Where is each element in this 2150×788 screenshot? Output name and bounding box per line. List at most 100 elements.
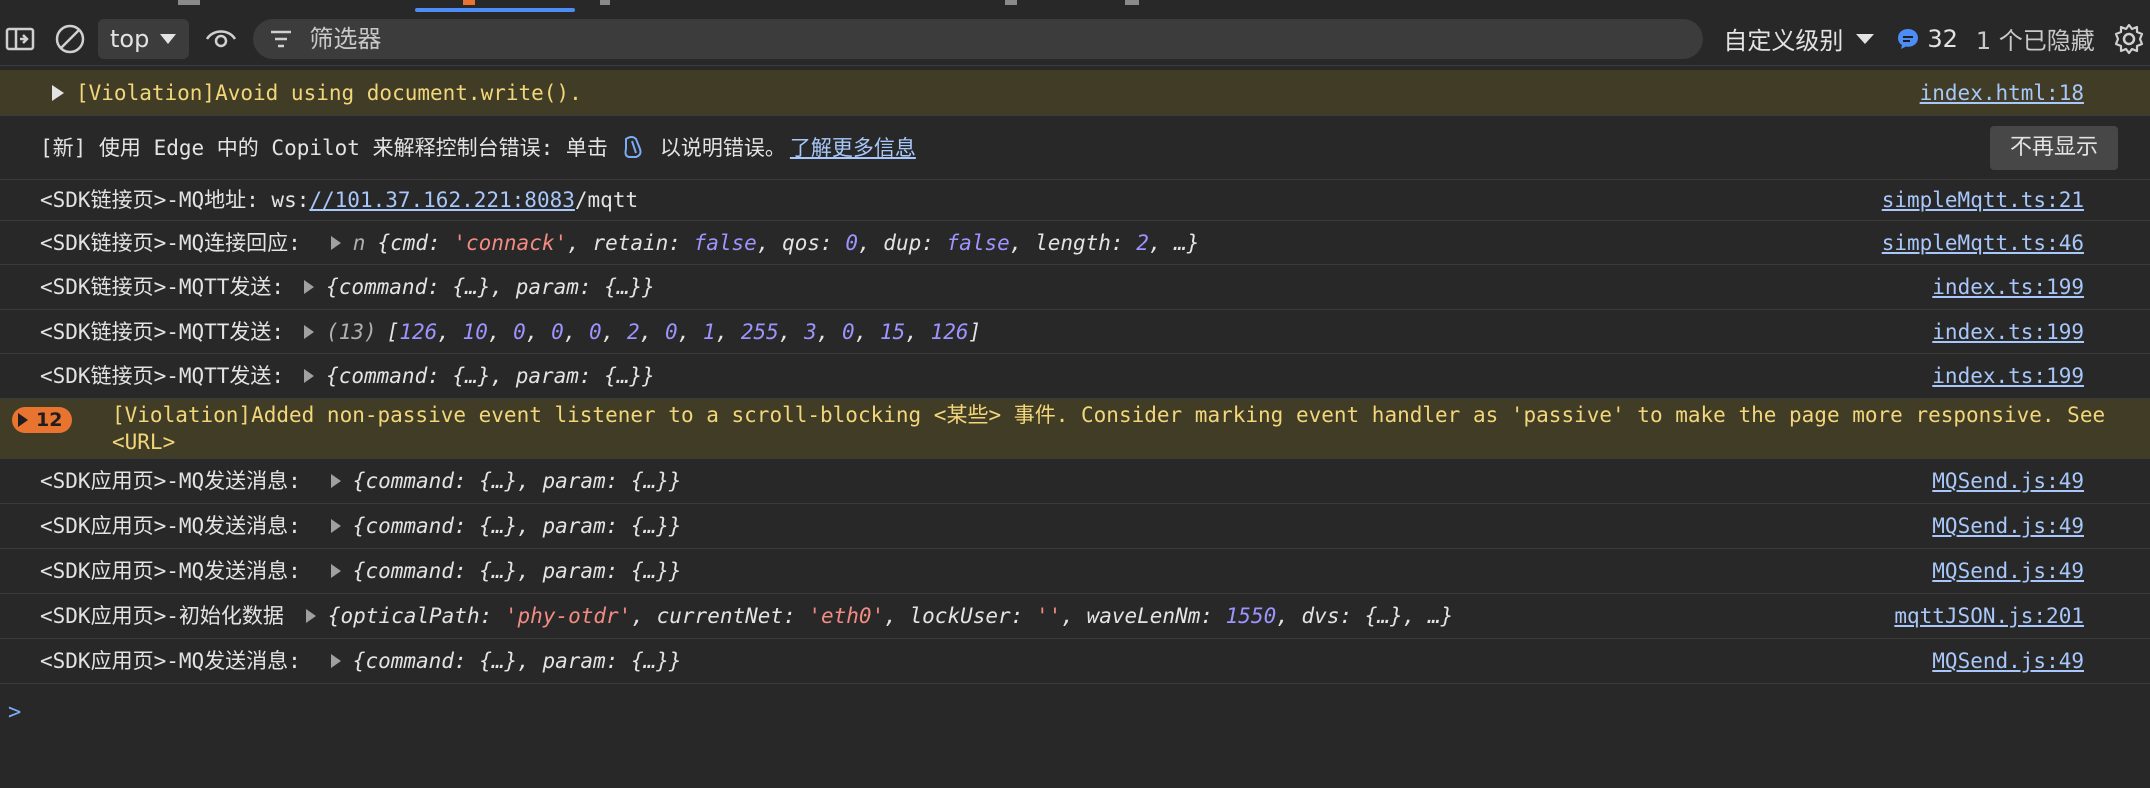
log-row[interactable]: <SDK链接页>-MQTT发送: {command: {…}, param: {… <box>0 354 2150 399</box>
log-prefix: <SDK应用页>-MQ发送消息: <box>40 514 301 538</box>
log-row[interactable]: <SDK链接页>-MQTT发送: {command: {…}, param: {… <box>0 265 2150 310</box>
log-row[interactable]: <SDK应用页>-MQ发送消息: {command: {…}, param: {… <box>0 549 2150 594</box>
console-messages: [Violation]Avoid using document.write().… <box>0 66 2150 684</box>
console-prompt-chevron-icon[interactable]: > <box>8 700 21 725</box>
array-value: 0 <box>664 319 678 344</box>
source-link[interactable]: MQSend.js:49 <box>1932 549 2084 593</box>
source-link[interactable]: index.ts:199 <box>1932 354 2084 398</box>
expand-triangle-icon[interactable] <box>330 519 341 533</box>
array-value: 10 <box>462 319 488 344</box>
learn-more-link[interactable]: 了解更多信息 <box>790 134 916 162</box>
filter-box[interactable] <box>253 18 1704 59</box>
violation-group[interactable]: 12 [Violation]Added non-passive event li… <box>0 399 2150 459</box>
source-link[interactable]: MQSend.js:49 <box>1932 459 2084 503</box>
expand-triangle-icon[interactable] <box>304 324 315 339</box>
log-row[interactable]: <SDK链接页>-MQ连接回应: n {cmd: 'connack', reta… <box>0 221 2150 265</box>
copilot-notice: [新] 使用 Edge 中的 Copilot 来解释控制台错误: 单击 以说明错… <box>0 116 2150 180</box>
source-link[interactable]: MQSend.js:49 <box>1932 639 2084 683</box>
source-link[interactable]: MQSend.js:49 <box>1932 504 2084 548</box>
message-text: [Violation]Avoid using document.write(). <box>76 80 582 105</box>
tab-fragment <box>1005 0 1017 5</box>
live-expression-eye-icon[interactable] <box>201 19 241 59</box>
log-prefix: <SDK链接页>-MQTT发送: <box>40 364 285 388</box>
object-preview[interactable]: {command: {…}, param: {…}} <box>326 273 655 301</box>
log-prefix: <SDK应用页>-MQ发送消息: <box>40 469 301 493</box>
context-selector[interactable]: top <box>98 18 190 59</box>
array-value: 0 <box>589 319 602 344</box>
url-link[interactable]: //101.37.162.221:8083 <box>309 186 575 214</box>
filter-icon <box>271 30 292 47</box>
hidden-count: 1 个已隐藏 <box>1975 27 2095 55</box>
log-row[interactable]: <SDK应用页>-初始化数据 {opticalPath: 'phy-otdr',… <box>0 594 2150 639</box>
filter-input[interactable] <box>307 23 1688 54</box>
log-prefix: <SDK链接页>-MQ连接回应: <box>40 230 301 255</box>
source-link[interactable]: simpleMqtt.ts:46 <box>1882 221 2084 264</box>
array-length: (13) <box>326 319 377 344</box>
log-row[interactable]: <SDK应用页>-MQ发送消息: {command: {…}, param: {… <box>0 459 2150 504</box>
dock-sidebar-icon[interactable] <box>0 19 40 59</box>
log-prefix: <SDK链接页>-MQTT发送: <box>40 319 285 344</box>
issues-counter[interactable]: 32 <box>1897 25 1958 53</box>
log-prefix: <SDK链接页>-MQ地址: ws: <box>40 188 310 212</box>
object-preview[interactable]: {cmd: 'connack', retain: false, qos: 0, … <box>377 229 1199 257</box>
object-preview[interactable]: {command: {…}, param: {…}} <box>353 467 682 495</box>
expand-triangle-icon[interactable] <box>330 474 341 488</box>
array-value: 0 <box>842 319 855 344</box>
tab-fragment <box>1125 0 1139 5</box>
expand-triangle-icon <box>18 413 28 427</box>
array-value: 2 <box>627 319 640 344</box>
source-link[interactable]: simpleMqtt.ts:21 <box>1882 180 2084 220</box>
tab-fragment <box>178 0 200 5</box>
expand-triangle-icon[interactable] <box>304 280 315 294</box>
array-preview[interactable]: [126, 10, 0, 0, 0, 2, 0, 1, 255, 3, 0, 1… <box>387 318 982 346</box>
violation-line-2: <URL> <box>112 430 176 454</box>
chevron-down-icon <box>160 33 177 44</box>
array-value: 1 <box>702 319 716 344</box>
tab-strip <box>0 0 2150 12</box>
expand-triangle-icon[interactable] <box>330 564 341 578</box>
log-row[interactable]: <SDK应用页>-MQ发送消息: {command: {…}, param: {… <box>0 504 2150 549</box>
notice-text-after: 以说明错误。 <box>659 135 786 160</box>
object-preview[interactable]: {command: {…}, param: {…}} <box>353 557 682 585</box>
violation-line-1: [Violation]Added non-passive event liste… <box>112 403 2106 427</box>
clear-console-icon[interactable] <box>50 19 90 59</box>
array-value: 3 <box>804 319 817 344</box>
array-value: 126 <box>399 319 438 344</box>
violation-message[interactable]: [Violation]Avoid using document.write().… <box>0 70 2150 116</box>
object-preview[interactable]: {command: {…}, param: {…}} <box>353 512 682 540</box>
source-link[interactable]: mqttJSON.js:201 <box>1894 594 2084 638</box>
array-value: 0 <box>513 319 526 344</box>
source-link[interactable]: index.ts:199 <box>1932 310 2084 353</box>
log-row[interactable]: <SDK链接页>-MQ地址: ws://101.37.162.221:8083/… <box>0 180 2150 221</box>
context-label: top <box>110 24 150 53</box>
expand-triangle-icon[interactable] <box>52 84 64 101</box>
copilot-icon <box>624 135 642 158</box>
log-prefix: <SDK应用页>-MQ发送消息: <box>40 559 301 583</box>
dont-show-again-button[interactable]: 不再显示 <box>1989 126 2118 170</box>
class-name: n <box>352 230 366 255</box>
message-bubble-icon <box>1898 28 1919 49</box>
levels-label: 自定义级别 <box>1723 27 1844 55</box>
log-prefix: <SDK链接页>-MQTT发送: <box>40 275 285 299</box>
array-value: 255 <box>740 319 779 344</box>
array-value: 0 <box>551 319 564 344</box>
repeat-count-badge[interactable]: 12 <box>12 407 73 433</box>
object-preview[interactable]: {command: {…}, param: {…}} <box>326 362 655 390</box>
violation-text: [Violation]Added non-passive event liste… <box>112 402 2105 456</box>
console-toolbar: top 自定义级别 32 1 个已隐藏 <box>0 12 2150 66</box>
log-row[interactable]: <SDK应用页>-MQ发送消息: {command: {…}, param: {… <box>0 639 2150 684</box>
source-link[interactable]: index.html:18 <box>1920 70 2084 115</box>
expand-triangle-icon[interactable] <box>330 235 341 250</box>
log-suffix: /mqtt <box>574 188 639 212</box>
expand-triangle-icon[interactable] <box>330 654 341 668</box>
object-preview[interactable]: {opticalPath: 'phy-otdr', currentNet: 'e… <box>328 602 1453 630</box>
log-row[interactable]: <SDK链接页>-MQTT发送: (13) [126, 10, 0, 0, 0,… <box>0 310 2150 354</box>
chevron-down-icon <box>1856 33 1875 44</box>
log-levels-dropdown[interactable]: 自定义级别 <box>1723 21 1875 56</box>
expand-triangle-icon[interactable] <box>305 609 316 623</box>
notice-text: [新] 使用 Edge 中的 Copilot 来解释控制台错误: 单击 <box>40 135 608 160</box>
settings-gear-icon[interactable] <box>2109 19 2149 59</box>
object-preview[interactable]: {command: {…}, param: {…}} <box>353 647 682 675</box>
source-link[interactable]: index.ts:199 <box>1932 265 2084 309</box>
expand-triangle-icon[interactable] <box>304 369 315 383</box>
